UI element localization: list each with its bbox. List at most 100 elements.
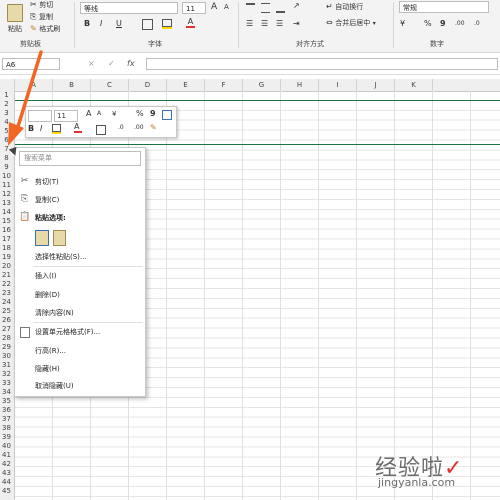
menu-item-clear-contents[interactable]: 清除内容(N) (15, 306, 145, 320)
fill-color-icon[interactable] (162, 19, 172, 29)
menu-item-insert[interactable]: 插入(I) (15, 269, 145, 283)
menu-item-row-height[interactable]: 行高(R)... (15, 344, 145, 358)
mini-font-name-select[interactable] (28, 110, 52, 122)
align-center-icon[interactable]: ☰ (261, 19, 268, 28)
row-header[interactable]: 4 (0, 118, 13, 127)
fx-icon[interactable]: fx (127, 59, 135, 68)
menu-item-paste-special[interactable]: 选择性粘贴(S)... (15, 250, 145, 264)
row-header[interactable]: 1 (0, 91, 13, 100)
row-header[interactable]: 24 (0, 298, 13, 307)
mini-fill-color-icon[interactable] (52, 124, 61, 134)
menu-item-copy[interactable]: ⎘ 复制(C) (15, 193, 145, 207)
row-header[interactable]: 26 (0, 316, 13, 325)
mini-bold-button[interactable]: B (28, 124, 34, 133)
row-header[interactable]: 33 (0, 379, 13, 388)
cut-button[interactable]: ✂ 剪切 (30, 0, 53, 10)
row-header[interactable]: 9 (0, 163, 13, 172)
confirm-icon[interactable]: ✓ (108, 59, 115, 68)
row-header[interactable]: 32 (0, 370, 13, 379)
row-header[interactable]: 44 (0, 478, 13, 487)
row-header[interactable]: 11 (0, 181, 13, 190)
indent-icon[interactable]: ⇥ (293, 19, 300, 28)
column-header[interactable]: I (319, 79, 357, 91)
row-header[interactable]: 5 (0, 127, 13, 136)
font-name-select[interactable]: 等线 (80, 2, 178, 14)
row-header[interactable]: 28 (0, 334, 13, 343)
row-header[interactable]: 15 (0, 217, 13, 226)
font-color-button[interactable]: A (186, 17, 195, 28)
border-icon[interactable] (142, 19, 153, 30)
mini-font-color-button[interactable]: A (74, 122, 82, 133)
row-header[interactable]: 18 (0, 244, 13, 253)
align-right-icon[interactable]: ☰ (276, 19, 283, 28)
percent-button[interactable]: % (424, 19, 432, 28)
mini-table-icon[interactable] (162, 110, 172, 120)
align-middle-icon[interactable] (261, 3, 270, 13)
column-header[interactable]: J (357, 79, 395, 91)
row-header[interactable]: 2 (0, 100, 13, 109)
currency-icon[interactable]: ¥ (400, 19, 405, 28)
row-header[interactable]: 21 (0, 271, 13, 280)
mini-border-icon[interactable] (96, 125, 106, 135)
row-header[interactable]: 22 (0, 280, 13, 289)
column-header[interactable]: G (243, 79, 281, 91)
paste-default-icon[interactable] (35, 230, 49, 246)
mini-decimal-icon[interactable]: .0 (118, 124, 124, 131)
row-header[interactable]: 16 (0, 226, 13, 235)
row-header[interactable]: 27 (0, 325, 13, 334)
cancel-icon[interactable]: × (88, 59, 95, 68)
wrap-text-button[interactable]: ↵ 自动换行 (326, 2, 363, 12)
row-header[interactable]: 34 (0, 388, 13, 397)
merge-center-button[interactable]: ⇔ 合并后居中 ▾ (326, 18, 376, 28)
column-header[interactable]: H (281, 79, 319, 91)
row-header[interactable]: 43 (0, 469, 13, 478)
column-header[interactable]: E (167, 79, 205, 91)
row-header[interactable]: 38 (0, 424, 13, 433)
underline-button[interactable]: U (116, 19, 122, 28)
row-header[interactable]: 12 (0, 190, 13, 199)
row-header[interactable]: 6 (0, 136, 13, 145)
row-header[interactable]: 17 (0, 235, 13, 244)
row-header[interactable]: 13 (0, 199, 13, 208)
formula-input[interactable] (146, 58, 498, 70)
row-header[interactable]: 41 (0, 451, 13, 460)
menu-item-unhide[interactable]: 取消隐藏(U) (15, 379, 145, 393)
row-header[interactable]: 35 (0, 397, 13, 406)
row-header[interactable]: 42 (0, 460, 13, 469)
mini-decimal-decrease-icon[interactable]: .00 (134, 124, 144, 131)
column-header[interactable]: D (129, 79, 167, 91)
row-header[interactable]: 31 (0, 361, 13, 370)
bold-button[interactable]: B (84, 19, 90, 28)
mini-font-size-select[interactable]: 11 (54, 110, 78, 122)
row-header[interactable]: 10 (0, 172, 13, 181)
name-box[interactable]: A6 (2, 58, 60, 70)
mini-percent-button[interactable]: % (136, 109, 144, 118)
row-header[interactable]: 39 (0, 433, 13, 442)
select-all-corner[interactable] (0, 79, 15, 91)
number-format-select[interactable]: 常规 (399, 1, 489, 13)
row-header[interactable]: 36 (0, 406, 13, 415)
row-header[interactable]: 29 (0, 343, 13, 352)
row-header[interactable]: 20 (0, 262, 13, 271)
row-header[interactable]: 30 (0, 352, 13, 361)
align-bottom-icon[interactable] (276, 3, 285, 13)
mini-italic-button[interactable]: I (40, 124, 42, 133)
paste-values-icon[interactable] (53, 230, 66, 246)
menu-item-cut[interactable]: ✂ 剪切(T) (15, 175, 145, 189)
row-header[interactable]: 40 (0, 442, 13, 451)
orientation-icon[interactable]: ↗ (293, 1, 300, 10)
row-header[interactable]: 3 (0, 109, 13, 118)
paste-button[interactable]: 粘贴 (4, 4, 26, 34)
column-header[interactable]: C (91, 79, 129, 91)
mini-comma-button[interactable]: 9 (150, 109, 156, 118)
align-top-icon[interactable] (246, 3, 255, 13)
column-header[interactable]: B (53, 79, 91, 91)
row-header[interactable]: 23 (0, 289, 13, 298)
row-header[interactable]: 19 (0, 253, 13, 262)
menu-item-format-cells[interactable]: 设置单元格格式(F)... (15, 325, 145, 339)
mini-format-painter-icon[interactable]: ✎ (150, 123, 157, 132)
row-header[interactable]: 37 (0, 415, 13, 424)
mini-currency-icon[interactable]: ¥ (112, 110, 116, 118)
decrease-decimal-icon[interactable]: .0 (474, 20, 480, 27)
font-size-select[interactable]: 11 (182, 2, 206, 14)
